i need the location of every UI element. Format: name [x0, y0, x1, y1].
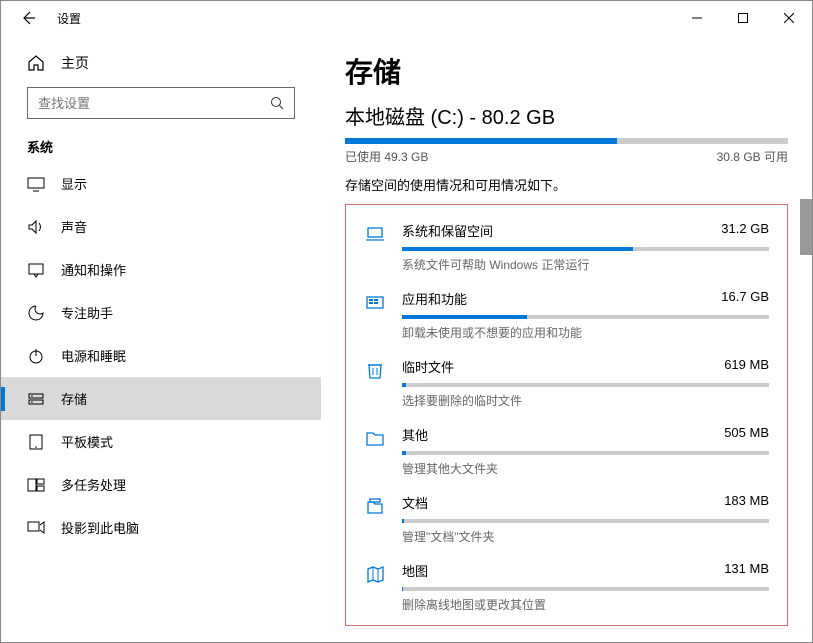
category-subtitle: 管理"文档"文件夹	[402, 528, 769, 545]
sidebar-item-4[interactable]: 电源和睡眠	[1, 334, 321, 377]
sidebar-item-5[interactable]: 存储	[1, 377, 321, 420]
category-subtitle: 系统文件可帮助 Windows 正常运行	[402, 256, 769, 273]
sidebar-item-label: 显示	[61, 174, 87, 193]
category-size: 16.7 GB	[721, 289, 769, 308]
category-title: 其他	[402, 425, 428, 444]
sidebar-item-label: 声音	[61, 217, 87, 236]
category-title: 应用和功能	[402, 289, 467, 308]
storage-icon	[27, 390, 45, 408]
category-subtitle: 管理其他大文件夹	[402, 460, 769, 477]
main-panel: 存储 本地磁盘 (C:) - 80.2 GB 已使用 49.3 GB 30.8 …	[321, 35, 812, 642]
category-title: 地图	[402, 561, 428, 580]
project-icon	[27, 519, 45, 537]
laptop-icon	[364, 221, 386, 273]
category-title: 文档	[402, 493, 428, 512]
category-size: 131 MB	[724, 561, 769, 580]
disk-used-text: 已使用 49.3 GB	[345, 148, 428, 165]
tablet-icon	[27, 433, 45, 451]
storage-description: 存储空间的使用情况和可用情况如下。	[345, 175, 788, 194]
category-size: 505 MB	[724, 425, 769, 444]
category-title: 系统和保留空间	[402, 221, 493, 240]
storage-category-0[interactable]: 系统和保留空间 31.2 GB 系统文件可帮助 Windows 正常运行	[364, 211, 769, 279]
sidebar-item-0[interactable]: 显示	[1, 162, 321, 205]
map-icon	[364, 561, 386, 613]
disk-free-text: 30.8 GB 可用	[717, 148, 788, 165]
page-title: 存储	[345, 51, 788, 91]
category-bar	[402, 315, 769, 319]
category-title: 临时文件	[402, 357, 454, 376]
category-subtitle: 选择要删除的临时文件	[402, 392, 769, 409]
category-bar	[402, 383, 769, 387]
sidebar-section-label: 系统	[1, 119, 321, 162]
home-icon	[27, 54, 45, 72]
sidebar-item-label: 存储	[61, 389, 87, 408]
search-field[interactable]	[38, 96, 258, 111]
sidebar-item-label: 电源和睡眠	[61, 346, 126, 365]
sidebar: 主页 系统 显示声音通知和操作专注助手电源和睡眠存储平板模式多任务处理投影到此电…	[1, 35, 321, 642]
storage-category-list: 系统和保留空间 31.2 GB 系统文件可帮助 Windows 正常运行应用和功能 1…	[345, 204, 788, 626]
trash-icon	[364, 357, 386, 409]
multitask-icon	[27, 476, 45, 494]
sidebar-item-3[interactable]: 专注助手	[1, 291, 321, 334]
disk-usage-bar	[345, 138, 788, 144]
sidebar-item-8[interactable]: 投影到此电脑	[1, 506, 321, 549]
sidebar-item-6[interactable]: 平板模式	[1, 420, 321, 463]
sidebar-item-7[interactable]: 多任务处理	[1, 463, 321, 506]
close-button[interactable]	[766, 2, 812, 34]
category-size: 183 MB	[724, 493, 769, 512]
home-link[interactable]: 主页	[1, 45, 321, 81]
apps-icon	[364, 289, 386, 341]
storage-category-1[interactable]: 应用和功能 16.7 GB 卸载未使用或不想要的应用和功能	[364, 279, 769, 347]
category-bar	[402, 587, 769, 591]
back-button[interactable]	[17, 7, 39, 29]
sidebar-item-2[interactable]: 通知和操作	[1, 248, 321, 291]
storage-category-3[interactable]: 其他 505 MB 管理其他大文件夹	[364, 415, 769, 483]
power-icon	[27, 347, 45, 365]
disk-title: 本地磁盘 (C:) - 80.2 GB	[345, 101, 788, 130]
document-icon	[364, 493, 386, 545]
category-subtitle: 卸载未使用或不想要的应用和功能	[402, 324, 769, 341]
sidebar-item-label: 专注助手	[61, 303, 113, 322]
home-label: 主页	[61, 53, 89, 73]
sidebar-item-1[interactable]: 声音	[1, 205, 321, 248]
sidebar-item-label: 多任务处理	[61, 475, 126, 494]
display-icon	[27, 175, 45, 193]
category-subtitle: 删除离线地图或更改其位置	[402, 596, 769, 613]
storage-category-4[interactable]: 文档 183 MB 管理"文档"文件夹	[364, 483, 769, 551]
category-bar	[402, 247, 769, 251]
category-bar	[402, 519, 769, 523]
window-title: 设置	[57, 10, 81, 27]
scrollbar-thumb[interactable]	[800, 199, 812, 255]
category-size: 619 MB	[724, 357, 769, 376]
category-bar	[402, 451, 769, 455]
storage-category-5[interactable]: 地图 131 MB 删除离线地图或更改其位置	[364, 551, 769, 619]
sidebar-item-label: 平板模式	[61, 432, 113, 451]
search-icon	[270, 96, 284, 110]
sound-icon	[27, 218, 45, 236]
focus-assist-icon	[27, 304, 45, 322]
storage-category-2[interactable]: 临时文件 619 MB 选择要删除的临时文件	[364, 347, 769, 415]
minimize-button[interactable]	[674, 2, 720, 34]
folder-icon	[364, 425, 386, 477]
sidebar-item-label: 投影到此电脑	[61, 518, 139, 537]
sidebar-item-label: 通知和操作	[61, 260, 126, 279]
search-input[interactable]	[27, 87, 295, 119]
notifications-icon	[27, 261, 45, 279]
category-size: 31.2 GB	[721, 221, 769, 240]
maximize-button[interactable]	[720, 2, 766, 34]
titlebar: 设置	[1, 1, 812, 35]
